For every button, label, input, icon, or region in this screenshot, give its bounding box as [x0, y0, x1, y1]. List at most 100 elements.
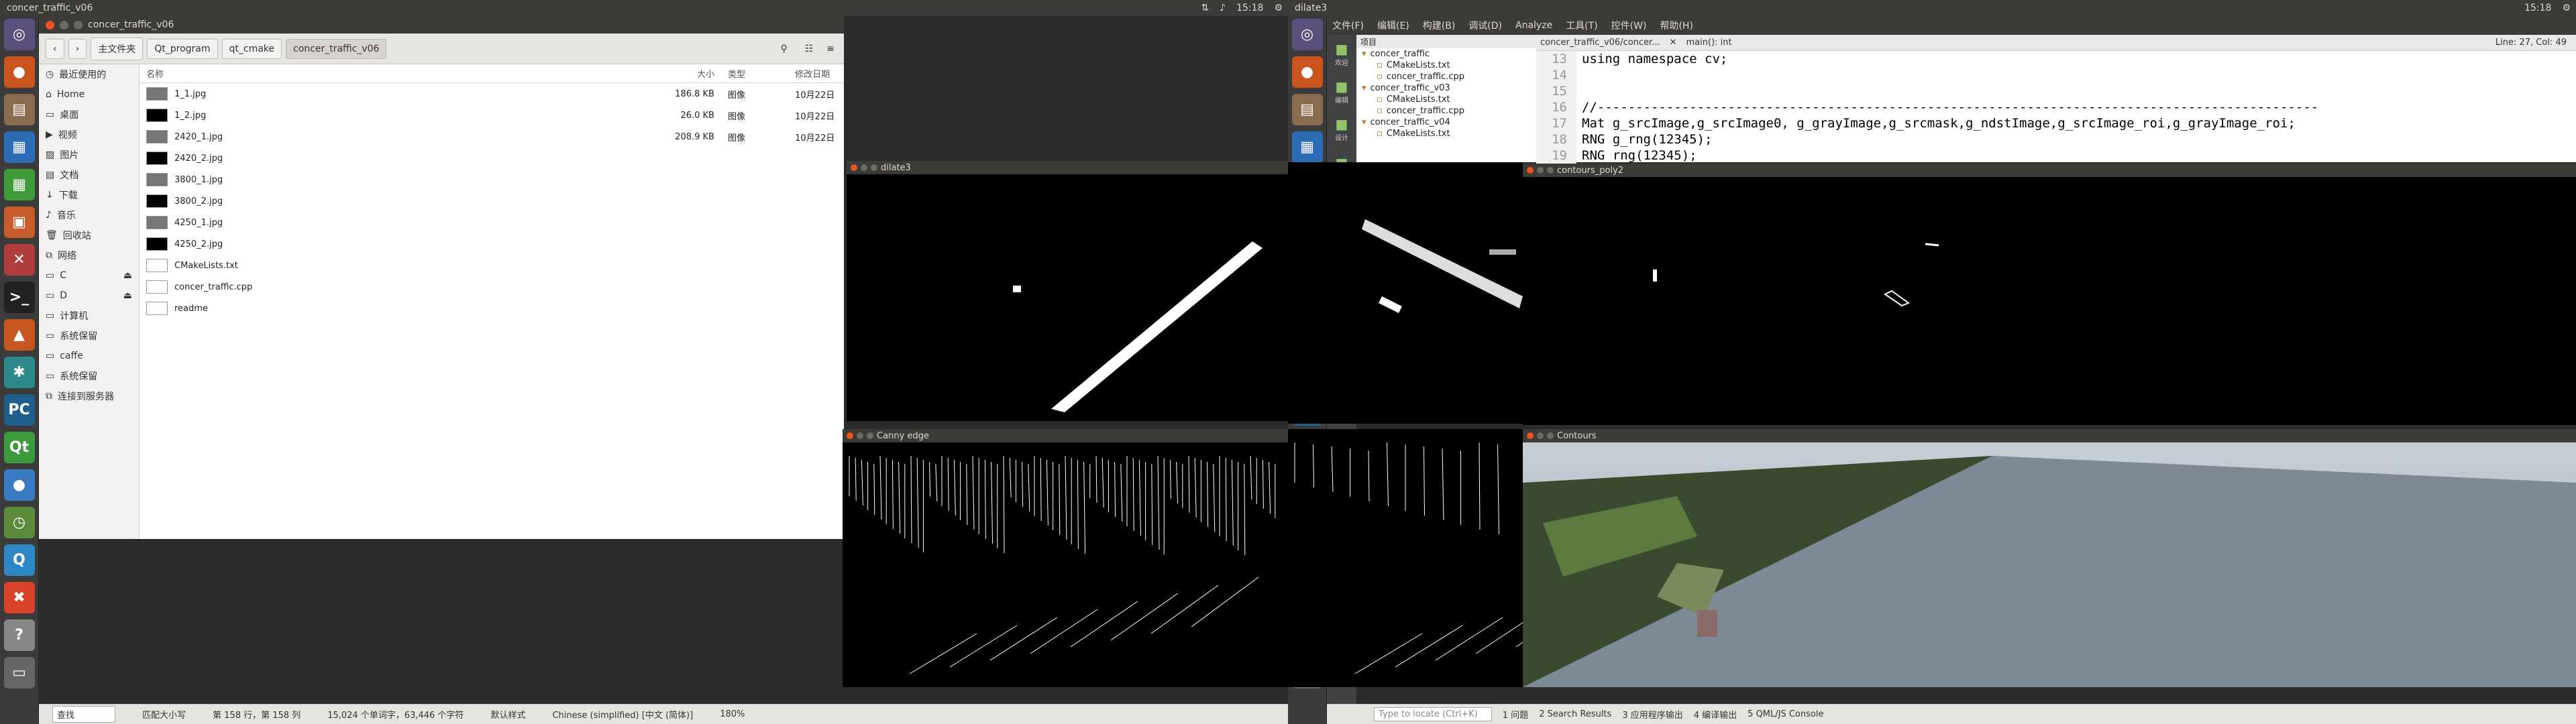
locate-input[interactable]: Type to locate (Ctrl+K) [1374, 707, 1492, 721]
minimize-icon[interactable] [861, 164, 867, 171]
eject-icon[interactable]: ⏏ [123, 270, 132, 281]
sidebar-item-downloads[interactable]: ↓ 下载 [39, 185, 139, 205]
column-date[interactable]: 修改日期 [795, 67, 844, 80]
close-icon[interactable]: ✕ [1670, 38, 1677, 48]
minimize-icon[interactable] [60, 20, 68, 29]
code-line[interactable]: 13 using namespace cv; [1536, 51, 2576, 67]
output-tab[interactable]: 5 QML/JS Console [1748, 709, 1823, 719]
file-row[interactable]: 4250_2.jpg [140, 233, 844, 255]
sidebar-item-caffe[interactable]: ▭ caffe [39, 346, 139, 366]
chat-icon[interactable]: ● [3, 469, 35, 501]
maximize-icon[interactable] [867, 432, 873, 439]
sidebar-item-reserved-2[interactable]: ▭ 系统保留 [39, 366, 139, 386]
output-tab[interactable]: 4 编译输出 [1694, 708, 1737, 721]
mode-button[interactable]: ■ 欢迎 [1327, 35, 1356, 72]
forward-button[interactable]: › [68, 38, 87, 59]
breadcrumb-current[interactable]: concer_traffic_v06 [286, 38, 387, 59]
project-item[interactable]: ▫ CMakeLists.txt [1356, 94, 1536, 105]
minimize-icon[interactable] [1537, 432, 1544, 439]
file-tab[interactable]: concer_traffic_v06/concer... [1540, 38, 1660, 48]
code-line[interactable]: 17 Mat g_srcImage,g_srcImage0, g_grayImag… [1536, 115, 2576, 131]
project-item[interactable]: ▫ CMakeLists.txt [1356, 128, 1536, 139]
sidebar-item-trash[interactable]: 🗑 回收站 [39, 225, 139, 245]
close-icon[interactable] [1527, 167, 1534, 174]
style-mode[interactable]: 默认样式 [490, 708, 525, 721]
maximize-icon[interactable] [871, 164, 877, 171]
writer-icon[interactable]: ▦ [1291, 131, 1323, 163]
drive-icon[interactable]: ▭ [3, 657, 35, 688]
sidebar-item-c[interactable]: ▭ C ⏏ [39, 265, 139, 286]
code-line[interactable]: 16 //------------------------------------… [1536, 99, 2576, 115]
back-button[interactable]: ‹ [46, 38, 64, 59]
project-item[interactable]: ▾ concer_traffic_v04 [1356, 117, 1536, 128]
project-item[interactable]: ▫ concer_traffic.cpp [1356, 71, 1536, 82]
project-item[interactable]: ▾ concer_traffic_v03 [1356, 82, 1536, 94]
language[interactable]: Chinese (simplified) [中文 (简体)] [552, 708, 693, 721]
list-view-icon[interactable]: ☷ [805, 44, 814, 54]
clock-app-icon[interactable]: ◷ [3, 507, 35, 538]
menu-icon[interactable]: ≡ [826, 44, 835, 54]
sidebar-item-videos[interactable]: ▶ 视频 [39, 125, 139, 145]
maximize-icon[interactable] [1547, 167, 1554, 174]
firefox-icon[interactable]: ● [1291, 56, 1323, 88]
sidebar-item-network[interactable]: ⧉ 网络 [39, 245, 139, 265]
help-icon[interactable]: ? [3, 619, 35, 651]
mode-button[interactable]: ■ 编辑 [1327, 72, 1356, 110]
menu-item[interactable]: 帮助(H) [1660, 19, 1693, 32]
sidebar-item-desktop[interactable]: ▭ 桌面 [39, 105, 139, 125]
clock[interactable]: 15:18 [1236, 3, 1263, 13]
gear-icon[interactable]: ⚙ [1274, 3, 1283, 13]
file-row[interactable]: 2420_2.jpg [140, 147, 844, 169]
matlab-icon[interactable]: ▲ [3, 319, 35, 351]
volume-icon[interactable]: ♪ [1220, 3, 1226, 13]
file-row[interactable]: 3800_1.jpg [140, 169, 844, 190]
calc-icon[interactable]: ▦ [3, 169, 35, 200]
files-icon[interactable]: ▤ [1291, 94, 1323, 125]
impress-icon[interactable]: ▣ [3, 206, 35, 238]
clock[interactable]: 15:18 [2524, 3, 2551, 13]
maximize-icon[interactable] [74, 20, 83, 29]
menu-item[interactable]: 构建(B) [1423, 19, 1456, 32]
menu-item[interactable]: 调试(D) [1468, 19, 1502, 32]
column-type[interactable]: 类型 [721, 67, 795, 80]
network-icon[interactable]: ⇅ [1201, 3, 1209, 13]
maximize-icon[interactable] [1547, 432, 1554, 439]
file-row[interactable]: 2420_1.jpg 208.9 KB 图像 10月22日 [140, 126, 844, 147]
settings-icon[interactable]: ✕ [3, 244, 35, 276]
sidebar-item-computer[interactable]: ▭ 计算机 [39, 306, 139, 326]
menu-item[interactable]: 编辑(E) [1377, 19, 1409, 32]
breadcrumb-home[interactable]: 主文件夹 [91, 37, 144, 60]
function-selector[interactable]: main(): int [1686, 38, 1732, 48]
project-item[interactable]: ▫ CMakeLists.txt [1356, 60, 1536, 71]
dash-icon[interactable]: ◎ [1291, 19, 1323, 50]
sidebar-item-music[interactable]: ♪ 音乐 [39, 205, 139, 225]
code-line[interactable]: 19 RNG rng(12345); [1536, 147, 2576, 164]
breadcrumb-qt-program[interactable]: Qt_program [147, 38, 218, 59]
sidebar-item-documents[interactable]: ▤ 文档 [39, 165, 139, 185]
search-icon[interactable]: ⚲ [780, 44, 787, 54]
qt-icon[interactable]: Qt [3, 432, 35, 463]
code-line[interactable]: 15 [1536, 83, 2576, 99]
menu-item[interactable]: 控件(W) [1611, 19, 1647, 32]
sidebar-item-recent[interactable]: ◷ 最近使用的 [39, 64, 139, 84]
writer-icon[interactable]: ▦ [3, 131, 35, 163]
tweak-icon[interactable]: ✱ [3, 357, 35, 388]
column-name[interactable]: 名称 [140, 67, 672, 80]
minimize-icon[interactable] [1537, 167, 1544, 174]
file-row[interactable]: 1_2.jpg 26.0 KB 图像 10月22日 [140, 105, 844, 126]
breadcrumb-qt-cmake[interactable]: qt_cmake [221, 38, 282, 59]
close-icon[interactable] [46, 20, 54, 29]
file-row[interactable]: 1_1.jpg 186.8 KB 图像 10月22日 [140, 83, 844, 105]
xmind-icon[interactable]: ✖ [3, 582, 35, 613]
file-row[interactable]: readme [140, 298, 844, 319]
file-row[interactable]: concer_traffic.cpp [140, 276, 844, 298]
terminal-icon[interactable]: >_ [3, 282, 35, 313]
close-icon[interactable] [1527, 432, 1534, 439]
gear-icon[interactable]: ⚙ [2562, 3, 2571, 13]
sidebar-item-d[interactable]: ▭ D ⏏ [39, 286, 139, 306]
close-icon[interactable] [847, 432, 853, 439]
files-icon[interactable]: ▤ [3, 94, 35, 125]
output-tab[interactable]: 1 问题 [1503, 708, 1528, 721]
file-row[interactable]: 3800_2.jpg [140, 190, 844, 212]
eject-icon[interactable]: ⏏ [123, 290, 132, 301]
